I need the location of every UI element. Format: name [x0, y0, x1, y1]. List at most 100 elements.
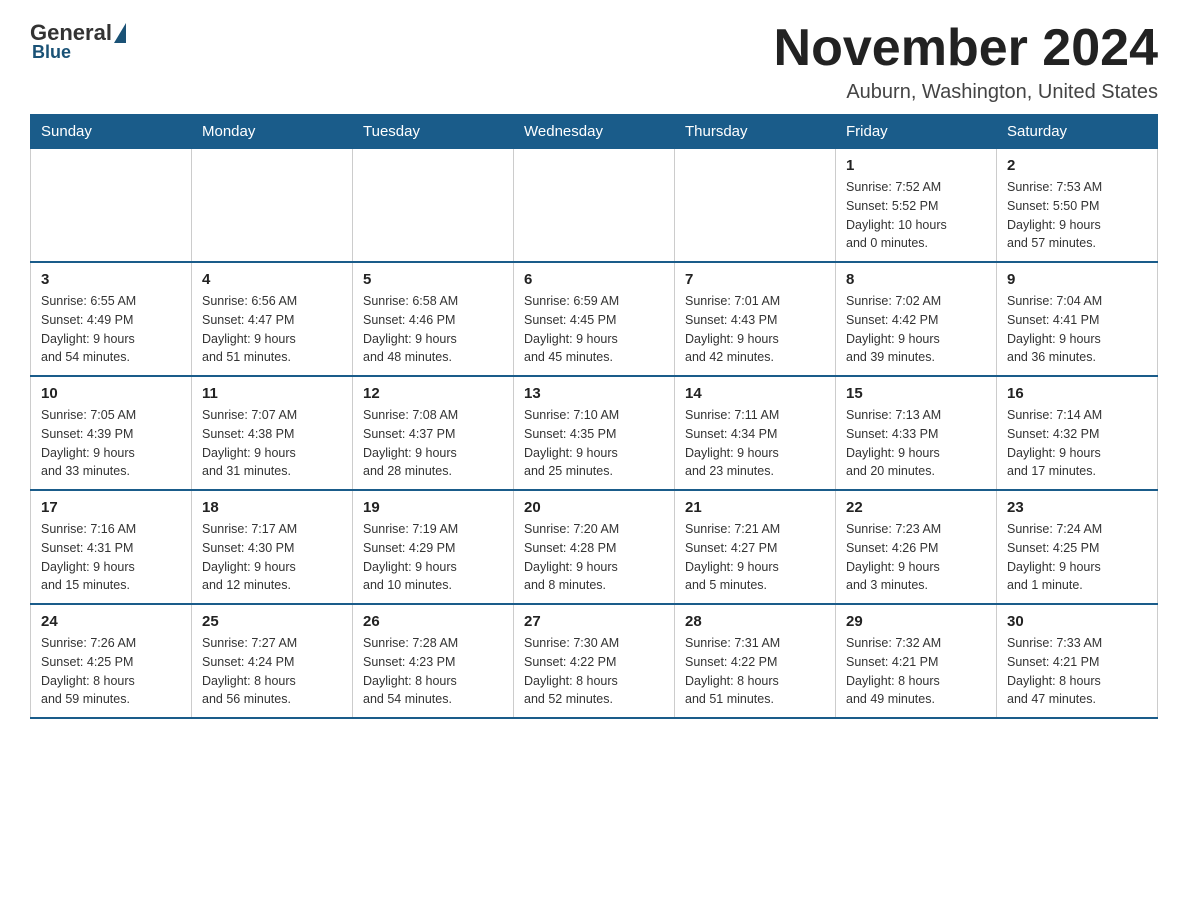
day-number: 21 — [685, 499, 825, 516]
day-info: Sunrise: 7:33 AMSunset: 4:21 PMDaylight:… — [1007, 634, 1147, 709]
day-info: Sunrise: 7:04 AMSunset: 4:41 PMDaylight:… — [1007, 292, 1147, 367]
calendar-cell: 20 Sunrise: 7:20 AMSunset: 4:28 PMDayligh… — [514, 490, 675, 604]
day-info: Sunrise: 7:07 AMSunset: 4:38 PMDaylight:… — [202, 406, 342, 481]
day-info: Sunrise: 7:23 AMSunset: 4:26 PMDaylight:… — [846, 520, 986, 595]
calendar-cell — [31, 149, 192, 263]
calendar-cell: 28 Sunrise: 7:31 AMSunset: 4:22 PMDayligh… — [675, 604, 836, 718]
day-info: Sunrise: 6:59 AMSunset: 4:45 PMDaylight:… — [524, 292, 664, 367]
day-number: 18 — [202, 499, 342, 516]
calendar-cell: 18 Sunrise: 7:17 AMSunset: 4:30 PMDayligh… — [192, 490, 353, 604]
weekday-header-sunday: Sunday — [31, 115, 192, 149]
calendar-week-4: 17 Sunrise: 7:16 AMSunset: 4:31 PMDayligh… — [31, 490, 1158, 604]
day-info: Sunrise: 7:32 AMSunset: 4:21 PMDaylight:… — [846, 634, 986, 709]
weekday-header-monday: Monday — [192, 115, 353, 149]
day-info: Sunrise: 7:08 AMSunset: 4:37 PMDaylight:… — [363, 406, 503, 481]
day-number: 14 — [685, 385, 825, 402]
day-number: 3 — [41, 271, 181, 288]
day-number: 23 — [1007, 499, 1147, 516]
day-info: Sunrise: 7:19 AMSunset: 4:29 PMDaylight:… — [363, 520, 503, 595]
month-title: November 2024 — [774, 20, 1158, 77]
calendar-week-3: 10 Sunrise: 7:05 AMSunset: 4:39 PMDayligh… — [31, 376, 1158, 490]
day-number: 7 — [685, 271, 825, 288]
day-number: 13 — [524, 385, 664, 402]
day-number: 28 — [685, 613, 825, 630]
day-number: 27 — [524, 613, 664, 630]
day-info: Sunrise: 7:53 AMSunset: 5:50 PMDaylight:… — [1007, 178, 1147, 253]
calendar-cell — [192, 149, 353, 263]
logo-triangle-icon — [114, 23, 126, 43]
day-number: 29 — [846, 613, 986, 630]
calendar-cell: 10 Sunrise: 7:05 AMSunset: 4:39 PMDayligh… — [31, 376, 192, 490]
calendar-cell: 22 Sunrise: 7:23 AMSunset: 4:26 PMDayligh… — [836, 490, 997, 604]
calendar-cell: 17 Sunrise: 7:16 AMSunset: 4:31 PMDayligh… — [31, 490, 192, 604]
calendar-week-5: 24 Sunrise: 7:26 AMSunset: 4:25 PMDayligh… — [31, 604, 1158, 718]
day-info: Sunrise: 7:21 AMSunset: 4:27 PMDaylight:… — [685, 520, 825, 595]
page-header: General Blue November 2024 Auburn, Washi… — [30, 20, 1158, 104]
calendar-cell: 14 Sunrise: 7:11 AMSunset: 4:34 PMDayligh… — [675, 376, 836, 490]
calendar-cell — [514, 149, 675, 263]
logo-blue-text: Blue — [32, 42, 71, 63]
day-info: Sunrise: 7:17 AMSunset: 4:30 PMDaylight:… — [202, 520, 342, 595]
day-info: Sunrise: 7:16 AMSunset: 4:31 PMDaylight:… — [41, 520, 181, 595]
day-info: Sunrise: 7:02 AMSunset: 4:42 PMDaylight:… — [846, 292, 986, 367]
day-number: 17 — [41, 499, 181, 516]
calendar-cell: 3 Sunrise: 6:55 AMSunset: 4:49 PMDaylight… — [31, 262, 192, 376]
calendar-cell: 30 Sunrise: 7:33 AMSunset: 4:21 PMDayligh… — [997, 604, 1158, 718]
day-number: 8 — [846, 271, 986, 288]
day-number: 25 — [202, 613, 342, 630]
day-number: 9 — [1007, 271, 1147, 288]
day-info: Sunrise: 7:28 AMSunset: 4:23 PMDaylight:… — [363, 634, 503, 709]
day-number: 22 — [846, 499, 986, 516]
day-info: Sunrise: 7:26 AMSunset: 4:25 PMDaylight:… — [41, 634, 181, 709]
weekday-header-friday: Friday — [836, 115, 997, 149]
calendar-cell: 8 Sunrise: 7:02 AMSunset: 4:42 PMDaylight… — [836, 262, 997, 376]
calendar-week-2: 3 Sunrise: 6:55 AMSunset: 4:49 PMDaylight… — [31, 262, 1158, 376]
calendar-cell: 2Sunrise: 7:53 AMSunset: 5:50 PMDaylight… — [997, 149, 1158, 263]
day-info: Sunrise: 7:52 AMSunset: 5:52 PMDaylight:… — [846, 178, 986, 253]
calendar-cell — [353, 149, 514, 263]
calendar-cell: 4Sunrise: 6:56 AMSunset: 4:47 PMDaylight… — [192, 262, 353, 376]
day-number: 16 — [1007, 385, 1147, 402]
calendar-cell: 19 Sunrise: 7:19 AMSunset: 4:29 PMDayligh… — [353, 490, 514, 604]
day-number: 30 — [1007, 613, 1147, 630]
calendar-cell: 1Sunrise: 7:52 AMSunset: 5:52 PMDaylight… — [836, 149, 997, 263]
day-info: Sunrise: 6:58 AMSunset: 4:46 PMDaylight:… — [363, 292, 503, 367]
calendar-cell: 12Sunrise: 7:08 AMSunset: 4:37 PMDayligh… — [353, 376, 514, 490]
calendar-cell: 24 Sunrise: 7:26 AMSunset: 4:25 PMDayligh… — [31, 604, 192, 718]
day-number: 20 — [524, 499, 664, 516]
day-number: 10 — [41, 385, 181, 402]
day-info: Sunrise: 6:55 AMSunset: 4:49 PMDaylight:… — [41, 292, 181, 367]
day-number: 15 — [846, 385, 986, 402]
day-info: Sunrise: 7:14 AMSunset: 4:32 PMDaylight:… — [1007, 406, 1147, 481]
calendar-cell: 25 Sunrise: 7:27 AMSunset: 4:24 PMDayligh… — [192, 604, 353, 718]
location-text: Auburn, Washington, United States — [774, 81, 1158, 104]
day-info: Sunrise: 7:24 AMSunset: 4:25 PMDaylight:… — [1007, 520, 1147, 595]
day-number: 5 — [363, 271, 503, 288]
calendar-cell: 23 Sunrise: 7:24 AMSunset: 4:25 PMDayligh… — [997, 490, 1158, 604]
day-info: Sunrise: 7:11 AMSunset: 4:34 PMDaylight:… — [685, 406, 825, 481]
day-info: Sunrise: 7:20 AMSunset: 4:28 PMDaylight:… — [524, 520, 664, 595]
day-info: Sunrise: 7:31 AMSunset: 4:22 PMDaylight:… — [685, 634, 825, 709]
title-area: November 2024 Auburn, Washington, United… — [774, 20, 1158, 104]
weekday-header-saturday: Saturday — [997, 115, 1158, 149]
calendar-cell: 26 Sunrise: 7:28 AMSunset: 4:23 PMDayligh… — [353, 604, 514, 718]
calendar-table: SundayMondayTuesdayWednesdayThursdayFrid… — [30, 114, 1158, 719]
weekday-header-tuesday: Tuesday — [353, 115, 514, 149]
calendar-cell: 21 Sunrise: 7:21 AMSunset: 4:27 PMDayligh… — [675, 490, 836, 604]
day-info: Sunrise: 7:13 AMSunset: 4:33 PMDaylight:… — [846, 406, 986, 481]
day-info: Sunrise: 7:05 AMSunset: 4:39 PMDaylight:… — [41, 406, 181, 481]
calendar-cell: 6Sunrise: 6:59 AMSunset: 4:45 PMDaylight… — [514, 262, 675, 376]
logo: General Blue — [30, 20, 128, 63]
calendar-cell: 11Sunrise: 7:07 AMSunset: 4:38 PMDayligh… — [192, 376, 353, 490]
day-number: 24 — [41, 613, 181, 630]
day-info: Sunrise: 6:56 AMSunset: 4:47 PMDaylight:… — [202, 292, 342, 367]
calendar-cell — [675, 149, 836, 263]
weekday-header-row: SundayMondayTuesdayWednesdayThursdayFrid… — [31, 115, 1158, 149]
day-info: Sunrise: 7:30 AMSunset: 4:22 PMDaylight:… — [524, 634, 664, 709]
day-info: Sunrise: 7:01 AMSunset: 4:43 PMDaylight:… — [685, 292, 825, 367]
calendar-cell: 29 Sunrise: 7:32 AMSunset: 4:21 PMDayligh… — [836, 604, 997, 718]
day-number: 19 — [363, 499, 503, 516]
weekday-header-thursday: Thursday — [675, 115, 836, 149]
day-number: 26 — [363, 613, 503, 630]
day-info: Sunrise: 7:27 AMSunset: 4:24 PMDaylight:… — [202, 634, 342, 709]
